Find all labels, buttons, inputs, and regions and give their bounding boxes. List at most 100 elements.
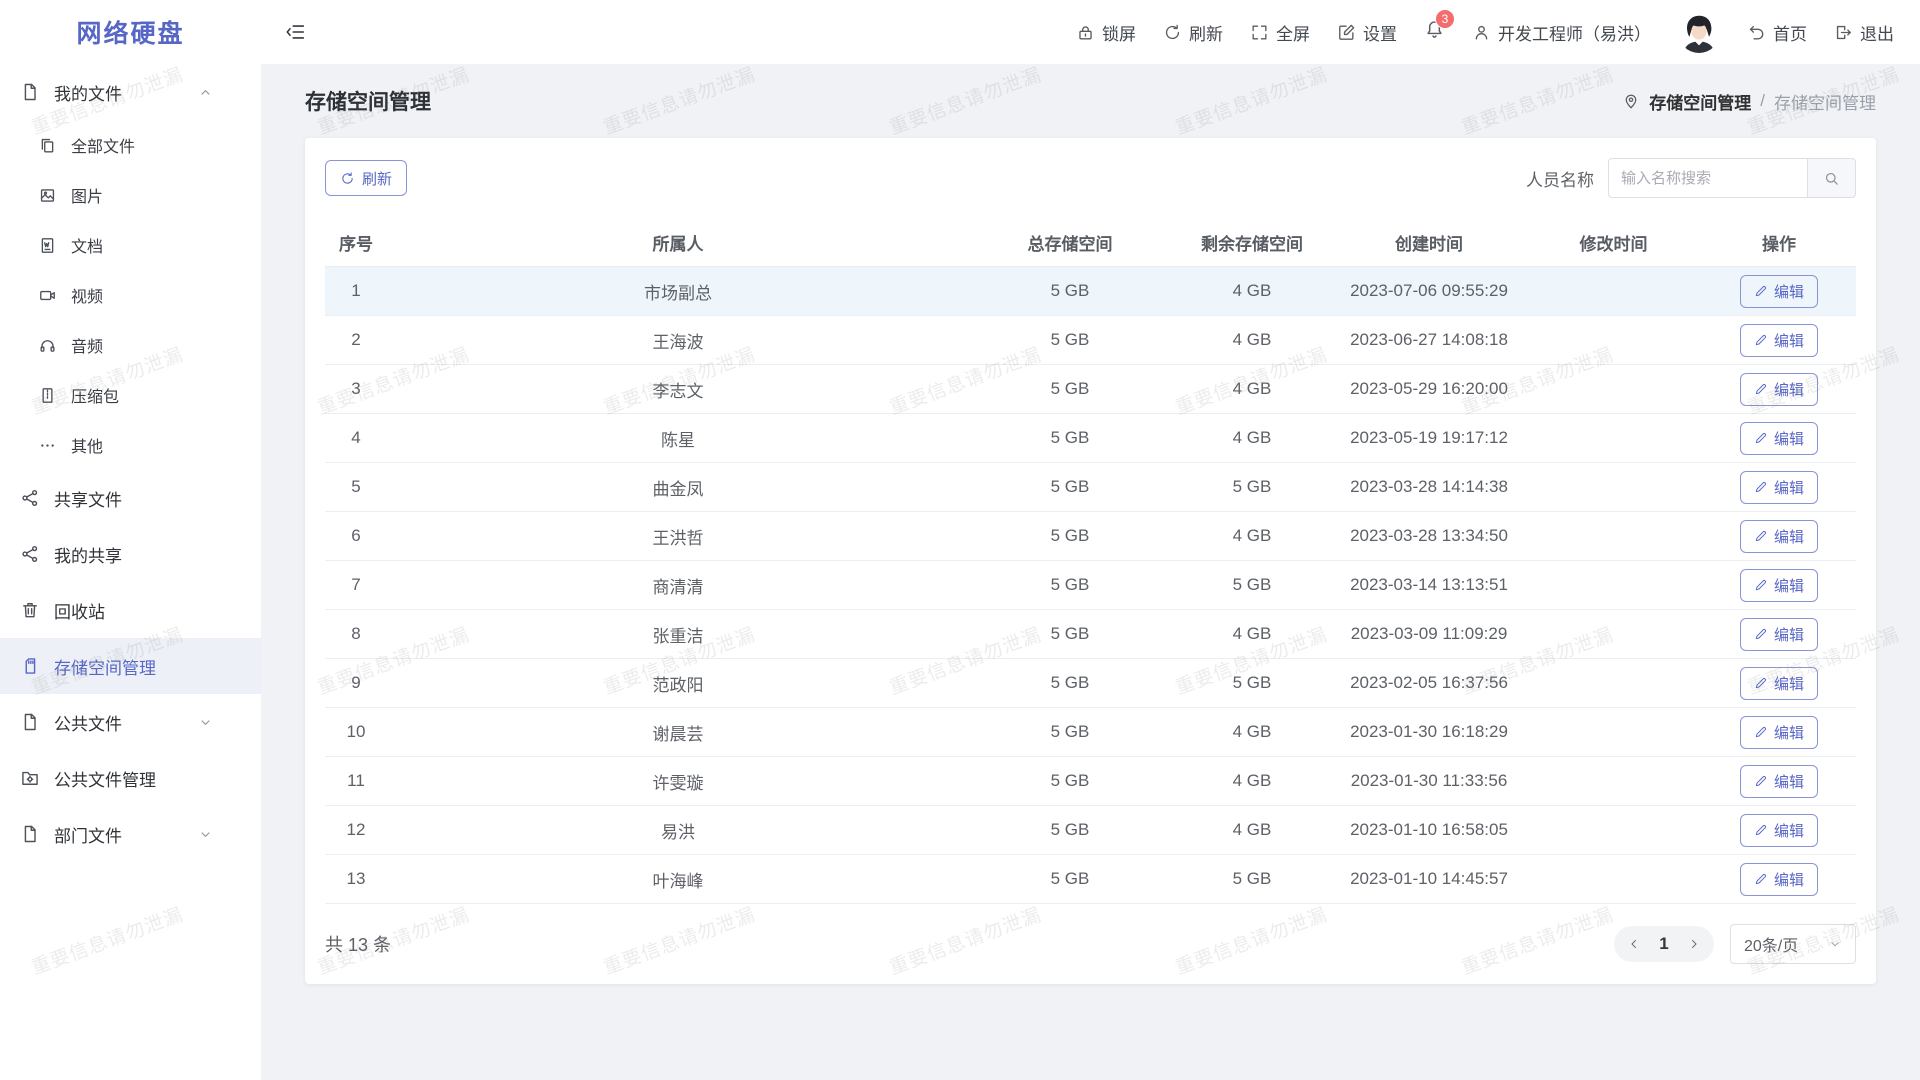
sidebar-menu: 我的文件全部文件图片文档视频音频压缩包其他共享文件我的共享回收站存储空间管理公共… bbox=[0, 64, 261, 1080]
cell-modified-time bbox=[1525, 512, 1702, 561]
table-row: 7商清清5 GB5 GB2023-03-14 13:13:51编辑 bbox=[325, 561, 1856, 610]
cell-modified-time bbox=[1525, 414, 1702, 463]
cell-actions: 编辑 bbox=[1702, 316, 1856, 365]
cell-owner: 王洪哲 bbox=[387, 512, 969, 561]
search-icon bbox=[1823, 170, 1840, 187]
logout-button[interactable]: 退出 bbox=[1834, 20, 1894, 45]
audio-icon bbox=[38, 336, 57, 355]
cell-remaining-storage: 4 GB bbox=[1171, 757, 1333, 806]
page-size-select[interactable]: 20条/页 bbox=[1730, 924, 1856, 964]
home-button[interactable]: 首页 bbox=[1747, 20, 1807, 45]
cell-modified-time bbox=[1525, 659, 1702, 708]
avatar[interactable] bbox=[1678, 11, 1720, 53]
edit-button[interactable]: 编辑 bbox=[1740, 520, 1818, 553]
sidebar-item-department-files[interactable]: 部门文件 bbox=[0, 806, 261, 862]
edit-button[interactable]: 编辑 bbox=[1740, 716, 1818, 749]
sidebar-item-label: 我的文件 bbox=[54, 80, 122, 105]
page-title: 存储空间管理 bbox=[305, 86, 431, 116]
cell-created-time: 2023-03-28 14:14:38 bbox=[1333, 463, 1525, 512]
search-button[interactable] bbox=[1808, 158, 1856, 198]
edit-square-icon bbox=[1337, 23, 1356, 42]
sidebar-item-storage-management[interactable]: 存储空间管理 bbox=[0, 638, 261, 694]
sidebar-item-my-shares[interactable]: 我的共享 bbox=[0, 526, 261, 582]
edit-button[interactable]: 编辑 bbox=[1740, 422, 1818, 455]
sidebar-item-others[interactable]: 其他 bbox=[0, 420, 261, 470]
cell-created-time: 2023-05-29 16:20:00 bbox=[1333, 365, 1525, 414]
edit-button[interactable]: 编辑 bbox=[1740, 275, 1818, 308]
user-menu[interactable]: 开发工程师（易洪） bbox=[1472, 20, 1651, 45]
refresh-button[interactable]: 刷新 bbox=[1163, 20, 1223, 45]
edit-label: 编辑 bbox=[1774, 281, 1804, 302]
cell-total-storage: 5 GB bbox=[969, 316, 1171, 365]
cell-owner: 张重洁 bbox=[387, 610, 969, 659]
cell-remaining-storage: 4 GB bbox=[1171, 806, 1333, 855]
cell-modified-time bbox=[1525, 561, 1702, 610]
pagination: 1 20条/页 bbox=[1614, 924, 1856, 964]
cell-modified-time bbox=[1525, 610, 1702, 659]
cell-owner: 曲金凤 bbox=[387, 463, 969, 512]
refresh-label: 刷新 bbox=[362, 168, 392, 189]
sidebar-item-public-files[interactable]: 公共文件 bbox=[0, 694, 261, 750]
sidebar-item-audios[interactable]: 音频 bbox=[0, 320, 261, 370]
column-header: 序号 bbox=[325, 218, 387, 267]
sidebar-item-recycle-bin[interactable]: 回收站 bbox=[0, 582, 261, 638]
sidebar-item-my-files[interactable]: 我的文件 bbox=[0, 64, 261, 120]
next-page-button[interactable] bbox=[1678, 926, 1710, 962]
table-row: 6王洪哲5 GB4 GB2023-03-28 13:34:50编辑 bbox=[325, 512, 1856, 561]
lock-screen-button[interactable]: 锁屏 bbox=[1076, 20, 1136, 45]
sidebar-item-archives[interactable]: 压缩包 bbox=[0, 370, 261, 420]
sidebar-item-shared-files[interactable]: 共享文件 bbox=[0, 470, 261, 526]
image-icon bbox=[38, 186, 57, 205]
sidebar-item-documents[interactable]: 文档 bbox=[0, 220, 261, 270]
cell-total-storage: 5 GB bbox=[969, 463, 1171, 512]
topbar-actions: 锁屏 刷新 全屏 设置 3 开发工程师（易洪） bbox=[1076, 11, 1894, 53]
edit-button[interactable]: 编辑 bbox=[1740, 814, 1818, 847]
cell-actions: 编辑 bbox=[1702, 463, 1856, 512]
prev-page-button[interactable] bbox=[1618, 926, 1650, 962]
sidebar-item-public-files-management[interactable]: 公共文件管理 bbox=[0, 750, 261, 806]
edit-button[interactable]: 编辑 bbox=[1740, 569, 1818, 602]
fold-menu-icon[interactable] bbox=[285, 21, 307, 43]
edit-label: 编辑 bbox=[1774, 428, 1804, 449]
table-row: 12易洪5 GB4 GB2023-01-10 16:58:05编辑 bbox=[325, 806, 1856, 855]
search-input[interactable] bbox=[1608, 158, 1808, 198]
edit-button[interactable]: 编辑 bbox=[1740, 618, 1818, 651]
sidebar-item-all-files[interactable]: 全部文件 bbox=[0, 120, 261, 170]
refresh-button[interactable]: 刷新 bbox=[325, 160, 407, 196]
breadcrumb-separator: / bbox=[1760, 91, 1765, 111]
cell-modified-time bbox=[1525, 365, 1702, 414]
edit-label: 编辑 bbox=[1774, 575, 1804, 596]
pencil-icon bbox=[1754, 627, 1768, 641]
cell-owner: 市场副总 bbox=[387, 267, 969, 316]
fullscreen-button[interactable]: 全屏 bbox=[1250, 20, 1310, 45]
file-icon bbox=[20, 82, 40, 102]
pencil-icon bbox=[1754, 529, 1768, 543]
sidebar-item-images[interactable]: 图片 bbox=[0, 170, 261, 220]
card-toolbar: 刷新 人员名称 bbox=[325, 158, 1856, 198]
edit-button[interactable]: 编辑 bbox=[1740, 324, 1818, 357]
search-label: 人员名称 bbox=[1526, 166, 1594, 191]
cell-index: 13 bbox=[325, 855, 387, 904]
edit-button[interactable]: 编辑 bbox=[1740, 373, 1818, 406]
cell-index: 6 bbox=[325, 512, 387, 561]
cell-remaining-storage: 4 GB bbox=[1171, 267, 1333, 316]
breadcrumb-item[interactable]: 存储空间管理 bbox=[1649, 89, 1751, 114]
current-page[interactable]: 1 bbox=[1650, 934, 1678, 954]
cell-created-time: 2023-01-30 16:18:29 bbox=[1333, 708, 1525, 757]
table-row: 10谢晨芸5 GB4 GB2023-01-30 16:18:29编辑 bbox=[325, 708, 1856, 757]
edit-button[interactable]: 编辑 bbox=[1740, 863, 1818, 896]
sidebar-item-videos[interactable]: 视频 bbox=[0, 270, 261, 320]
sidebar: 网络硬盘 我的文件全部文件图片文档视频音频压缩包其他共享文件我的共享回收站存储空… bbox=[0, 0, 261, 1080]
app-root: 网络硬盘 我的文件全部文件图片文档视频音频压缩包其他共享文件我的共享回收站存储空… bbox=[0, 0, 1920, 1080]
cell-total-storage: 5 GB bbox=[969, 855, 1171, 904]
edit-button[interactable]: 编辑 bbox=[1740, 667, 1818, 700]
notification-button[interactable]: 3 bbox=[1424, 19, 1445, 45]
logout-label: 退出 bbox=[1860, 20, 1894, 45]
edit-button[interactable]: 编辑 bbox=[1740, 471, 1818, 504]
pencil-icon bbox=[1754, 774, 1768, 788]
edit-button[interactable]: 编辑 bbox=[1740, 765, 1818, 798]
cell-owner: 商清清 bbox=[387, 561, 969, 610]
settings-button[interactable]: 设置 bbox=[1337, 20, 1397, 45]
refresh-icon bbox=[1163, 23, 1182, 42]
notification-badge: 3 bbox=[1435, 9, 1455, 29]
